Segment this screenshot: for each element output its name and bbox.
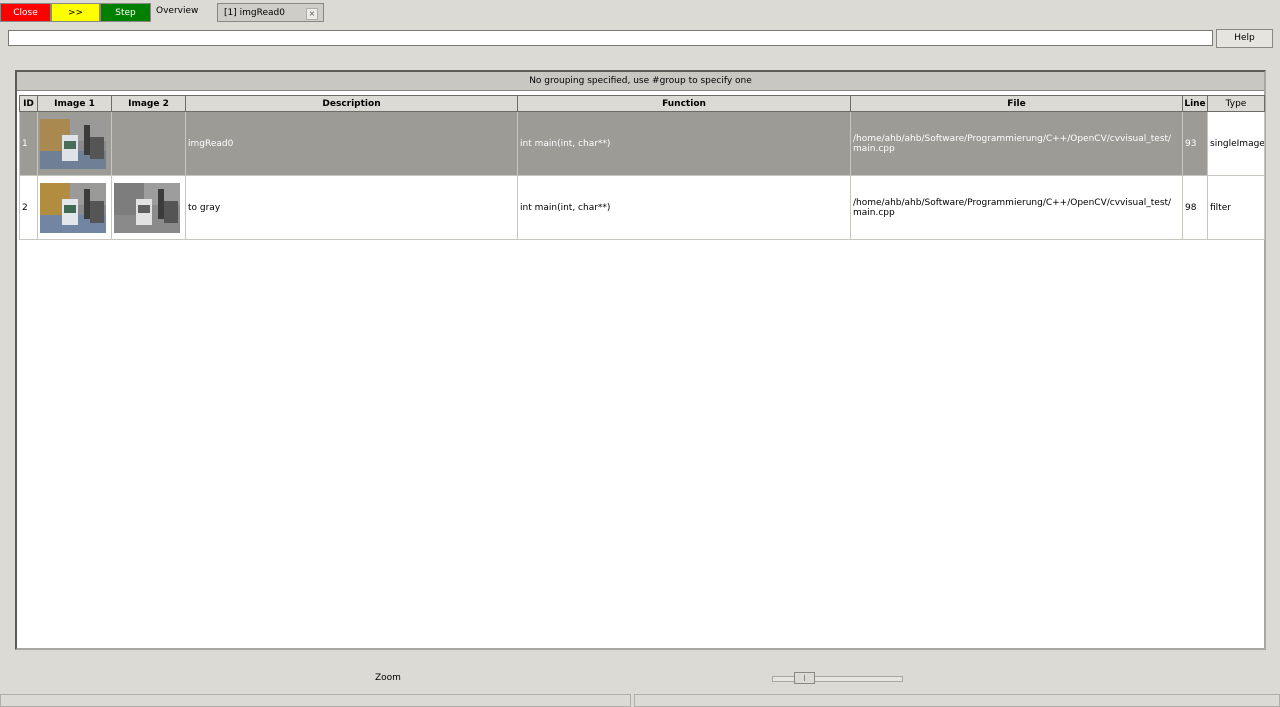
cell-type: singleImage (1207, 111, 1265, 176)
cell-image1[interactable] (37, 175, 112, 240)
close-button[interactable]: Close (0, 3, 51, 22)
cell-file: /home/ahb/ahb/Software/Programmierung/C+… (850, 175, 1183, 240)
file-path: /home/ahb/ahb/Software/Programmierung/C+… (853, 133, 1172, 144)
table-row[interactable]: 2 to gray int main(int, char**) /home/ah… (19, 175, 1265, 240)
cell-description: to gray (185, 175, 518, 240)
file-name: main.cpp (853, 143, 895, 154)
cell-file: /home/ahb/ahb/Software/Programmierung/C+… (850, 111, 1183, 176)
tab-imgread0-label: [1] imgRead0 (224, 8, 285, 18)
cell-line: 93 (1182, 111, 1208, 176)
color-photo-thumbnail[interactable] (40, 182, 106, 233)
tab-bar: Close >> Step Overview [1] imgRead0 × (0, 0, 1280, 24)
step-button[interactable]: Step (100, 3, 151, 22)
status-left (0, 694, 631, 707)
overview-panel: No grouping specified, use #group to spe… (15, 70, 1266, 650)
table-row[interactable]: 1 imgRead0 int main(int, char**) /home/a… (19, 111, 1265, 176)
tab-overview[interactable]: Overview (151, 1, 217, 23)
cell-function: int main(int, char**) (517, 111, 851, 176)
column-header-function[interactable]: Function (517, 95, 851, 112)
status-right (634, 694, 1280, 707)
group-header: No grouping specified, use #group to spe… (17, 72, 1264, 91)
column-header-image1[interactable]: Image 1 (37, 95, 112, 112)
zoom-slider-handle[interactable] (794, 672, 815, 684)
file-path: /home/ahb/ahb/Software/Programmierung/C+… (853, 197, 1172, 208)
cell-function: int main(int, char**) (517, 175, 851, 240)
close-icon[interactable]: × (306, 8, 318, 20)
cell-description: imgRead0 (185, 111, 518, 176)
cell-id: 1 (19, 111, 38, 176)
help-button[interactable]: Help (1216, 29, 1273, 48)
file-name: main.cpp (853, 207, 895, 218)
cell-type: filter (1207, 175, 1265, 240)
cell-image2[interactable] (111, 175, 186, 240)
column-header-line[interactable]: Line (1182, 95, 1208, 112)
grayscale-photo-thumbnail[interactable] (114, 182, 180, 233)
column-header-file[interactable]: File (850, 95, 1183, 112)
column-header-image2[interactable]: Image 2 (111, 95, 186, 112)
table-header: ID Image 1 Image 2 Description Function … (19, 95, 1265, 112)
column-header-description[interactable]: Description (185, 95, 518, 112)
cell-image1[interactable] (37, 111, 112, 176)
search-input[interactable] (8, 30, 1213, 46)
overview-table: ID Image 1 Image 2 Description Function … (19, 95, 1265, 240)
cell-line: 98 (1182, 175, 1208, 240)
status-bar (0, 692, 1280, 707)
cell-id: 2 (19, 175, 38, 240)
cell-image2 (111, 111, 186, 176)
column-header-id[interactable]: ID (19, 95, 38, 112)
forward-button[interactable]: >> (51, 3, 100, 22)
zoom-slider[interactable] (772, 676, 903, 682)
color-photo-thumbnail[interactable] (40, 118, 106, 169)
tab-imgread0[interactable]: [1] imgRead0 × (217, 3, 324, 22)
zoom-label: Zoom (375, 673, 401, 683)
column-header-type[interactable]: Type (1207, 95, 1265, 112)
